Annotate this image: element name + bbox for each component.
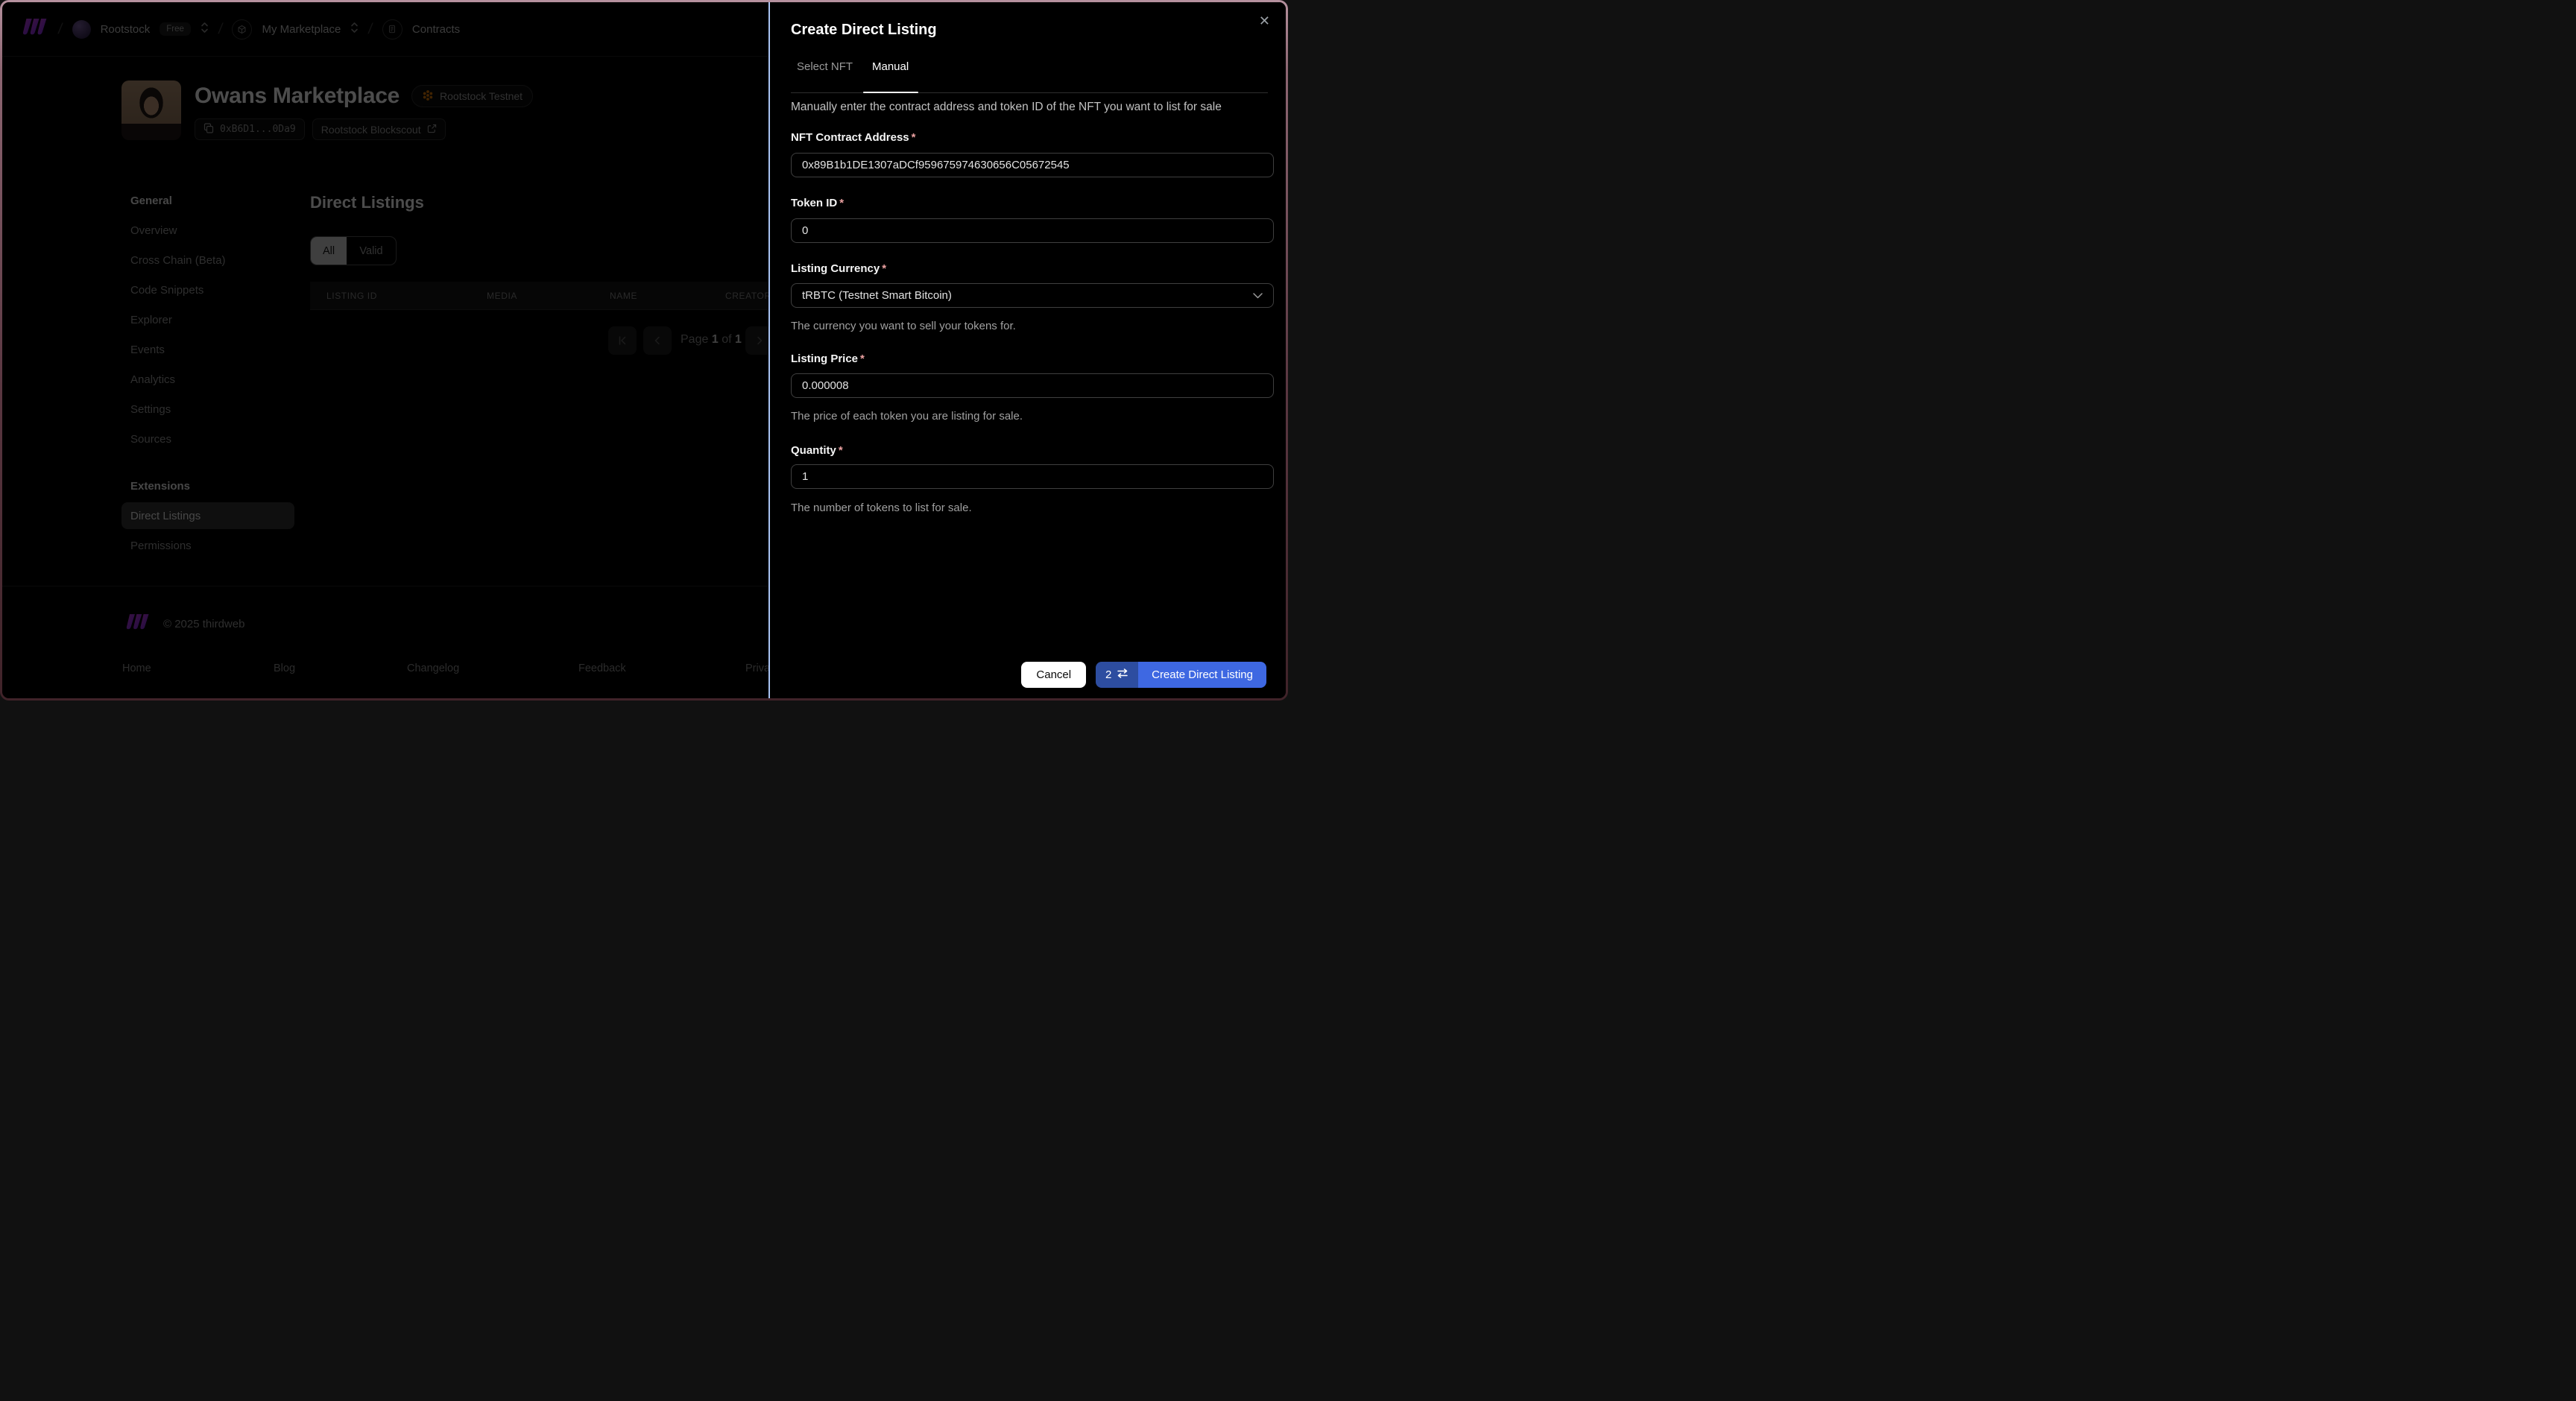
active-tab-underline: [863, 91, 918, 93]
quantity-input[interactable]: [791, 464, 1274, 489]
create-direct-listing-button[interactable]: Create Direct Listing: [1138, 662, 1266, 688]
listing-price-helper: The price of each token you are listing …: [791, 410, 1023, 423]
submit-button-group: 2 Create Direct Listing: [1096, 662, 1266, 688]
swap-arrows-icon: [1117, 668, 1128, 681]
listing-currency-value: tRBTC (Testnet Smart Bitcoin): [802, 289, 952, 302]
app-window: / Rootstock Free / My Marketplace / Cont…: [2, 2, 1286, 698]
contract-address-input[interactable]: [791, 153, 1274, 177]
transaction-count-button[interactable]: 2: [1096, 662, 1139, 688]
tab-manual[interactable]: Manual: [872, 60, 909, 73]
tab-select-nft[interactable]: Select NFT: [797, 60, 853, 73]
window-frame: / Rootstock Free / My Marketplace / Cont…: [0, 0, 1288, 700]
modal-dim-overlay[interactable]: [2, 2, 768, 698]
listing-currency-helper: The currency you want to sell your token…: [791, 320, 1016, 332]
drawer-footer: Cancel 2 Create Direct Listing: [1021, 662, 1266, 688]
transaction-count: 2: [1105, 668, 1112, 681]
listing-currency-label: Listing Currency *: [791, 262, 887, 275]
quantity-label: Quantity *: [791, 444, 843, 457]
listing-currency-select[interactable]: tRBTC (Testnet Smart Bitcoin): [791, 283, 1274, 308]
contract-address-label: NFT Contract Address *: [791, 131, 916, 144]
drawer-description: Manually enter the contract address and …: [791, 101, 1222, 113]
listing-price-label: Listing Price *: [791, 352, 865, 365]
listing-price-input[interactable]: [791, 373, 1274, 398]
quantity-helper: The number of tokens to list for sale.: [791, 502, 972, 514]
token-id-label: Token ID *: [791, 197, 845, 209]
token-id-input[interactable]: [791, 218, 1274, 243]
cancel-button[interactable]: Cancel: [1021, 662, 1087, 688]
close-icon[interactable]: ✕: [1256, 11, 1273, 31]
tab-divider: [791, 92, 1268, 93]
drawer-title: Create Direct Listing: [791, 22, 937, 38]
chevron-down-icon: [1253, 289, 1263, 302]
create-listing-drawer: Create Direct Listing ✕ Select NFT Manua…: [768, 2, 1286, 698]
